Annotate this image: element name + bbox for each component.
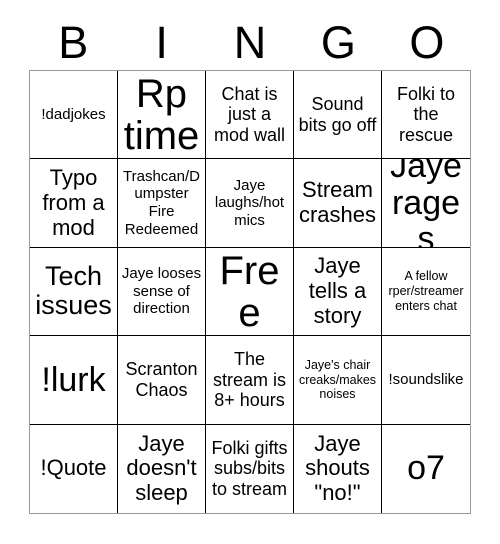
- bingo-cell-label: Jaye shouts "no!": [305, 430, 370, 506]
- bingo-cell[interactable]: Trashcan/Dumpster Fire Redeemed: [118, 159, 206, 248]
- bingo-cell[interactable]: Jaye's chair creaks/makes noises: [294, 336, 382, 425]
- bingo-cell-label: Rp time: [123, 71, 200, 158]
- bingo-header-letter-i: I: [155, 16, 168, 68]
- bingo-cell-label: Jaye doesn't sleep: [126, 430, 197, 506]
- bingo-cell[interactable]: Folki gifts subs/bits to stream: [206, 424, 294, 513]
- bingo-cell[interactable]: Jaye shouts "no!": [294, 424, 382, 513]
- bingo-cell[interactable]: Scranton Chaos: [118, 336, 206, 425]
- bingo-cell[interactable]: A fellow rper/streamer enters chat: [382, 247, 470, 337]
- bingo-cell-label: Folki gifts subs/bits to stream: [211, 437, 288, 500]
- bingo-grid: !dadjokes Rp time Chat is just a mod wal…: [29, 70, 471, 514]
- bingo-cell-label: Jaye rages: [390, 159, 462, 248]
- bingo-cell[interactable]: !dadjokes: [30, 71, 118, 160]
- bingo-cell-label: Jaye looses sense of direction: [121, 264, 202, 318]
- bingo-cell-label: !soundslike: [388, 371, 464, 389]
- bingo-cell-label: Free: [219, 248, 280, 335]
- bingo-cell[interactable]: Jaye rages: [382, 159, 470, 248]
- bingo-cell[interactable]: o7: [382, 424, 470, 513]
- bingo-cell[interactable]: Chat is just a mod wall: [206, 71, 294, 160]
- bingo-header-letter-o: O: [409, 16, 445, 68]
- bingo-cell-label: Trashcan/Dumpster Fire Redeemed: [123, 167, 200, 238]
- bingo-cell[interactable]: Jaye looses sense of direction: [118, 247, 206, 337]
- bingo-cell-label: Jaye laughs/hot mics: [214, 176, 285, 229]
- bingo-cell-label: !dadjokes: [41, 105, 106, 123]
- bingo-cell[interactable]: Sound bits go off: [294, 71, 382, 160]
- bingo-cell[interactable]: Jaye laughs/hot mics: [206, 159, 294, 248]
- bingo-cell-label: A fellow rper/streamer enters chat: [388, 269, 464, 313]
- bingo-cell-label: Typo from a mod: [42, 164, 105, 240]
- bingo-cell[interactable]: Rp time: [118, 71, 206, 160]
- bingo-cell[interactable]: Folki to the rescue: [382, 71, 470, 160]
- bingo-cell[interactable]: !Quote: [30, 424, 118, 513]
- bingo-header-letter-b: B: [58, 16, 89, 68]
- bingo-header-row: B I N G O: [29, 14, 471, 70]
- bingo-cell-label: o7: [407, 449, 445, 488]
- bingo-cell[interactable]: The stream is 8+ hours: [206, 336, 294, 425]
- bingo-cell[interactable]: Jaye doesn't sleep: [118, 424, 206, 513]
- bingo-cell-label: Chat is just a mod wall: [213, 83, 286, 146]
- bingo-cell-label: Scranton Chaos: [125, 359, 198, 400]
- bingo-cell[interactable]: Tech issues: [30, 247, 118, 337]
- bingo-cell[interactable]: !lurk: [30, 336, 118, 425]
- bingo-cell[interactable]: Jaye tells a story: [294, 247, 382, 337]
- bingo-cell[interactable]: Stream crashes: [294, 159, 382, 248]
- bingo-header-letter-g: G: [320, 16, 356, 68]
- bingo-cell-label: Folki to the rescue: [396, 83, 456, 146]
- bingo-card: B I N G O !dadjokes Rp time Chat is just…: [0, 0, 500, 544]
- bingo-cell-label: Sound bits go off: [298, 94, 377, 135]
- bingo-cell-label: The stream is 8+ hours: [212, 348, 286, 411]
- bingo-cell[interactable]: Typo from a mod: [30, 159, 118, 248]
- bingo-cell-free[interactable]: Free: [206, 247, 294, 337]
- bingo-cell-label: Jaye tells a story: [308, 253, 367, 328]
- bingo-cell-label: Jaye's chair creaks/makes noises: [298, 357, 377, 402]
- bingo-cell-label: Tech issues: [35, 260, 112, 321]
- bingo-cell-label: Stream crashes: [298, 177, 377, 228]
- bingo-header-letter-n: N: [233, 16, 267, 68]
- bingo-cell[interactable]: !soundslike: [382, 336, 470, 425]
- bingo-cell-label: !Quote: [40, 455, 107, 481]
- bingo-cell-label: !lurk: [41, 360, 106, 399]
